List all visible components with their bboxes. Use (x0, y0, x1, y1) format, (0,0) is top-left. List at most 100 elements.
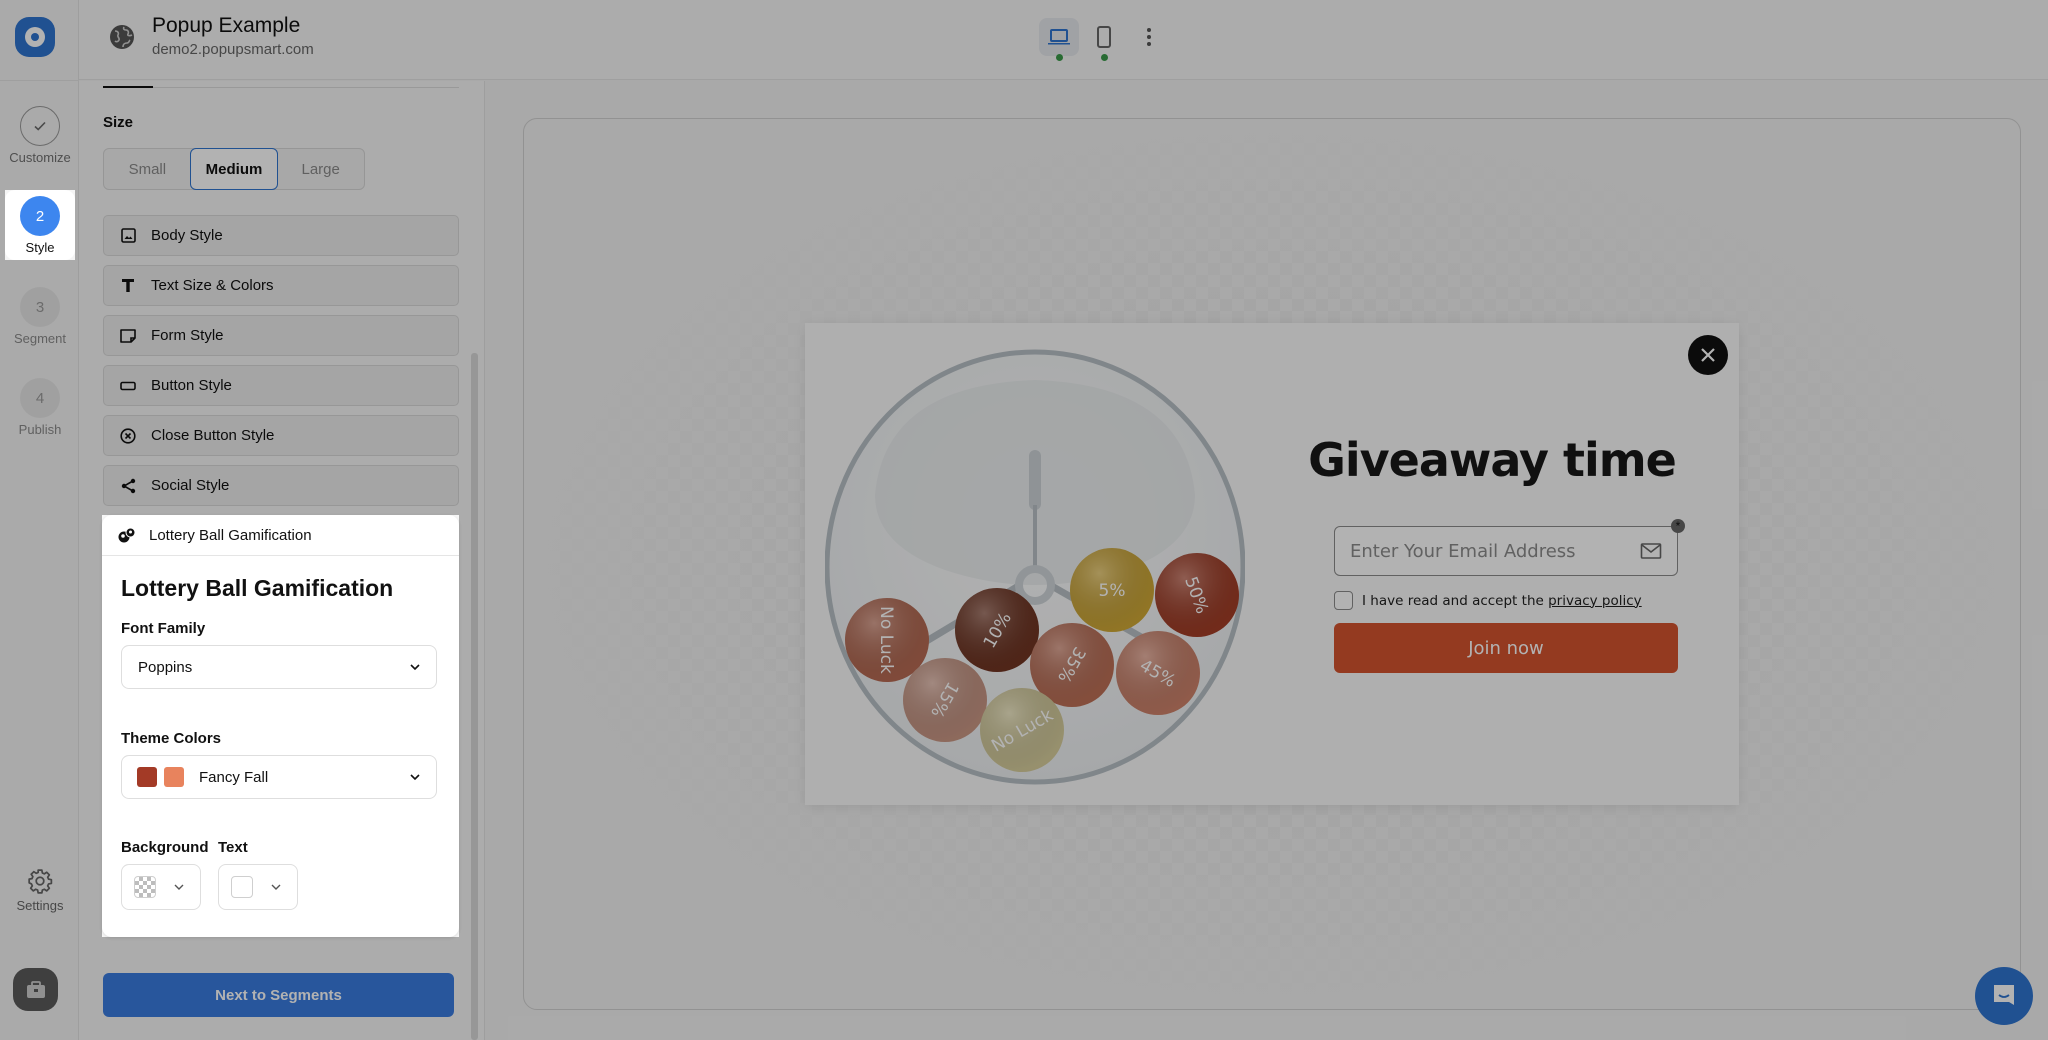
close-icon (1701, 348, 1715, 362)
join-now-button[interactable]: Join now (1334, 623, 1678, 673)
privacy-policy-link[interactable]: privacy policy (1548, 593, 1642, 609)
theme-colors-label: Theme Colors (121, 730, 222, 747)
text-size-colors-section[interactable]: Text Size & Colors (103, 265, 459, 306)
desktop-view-button[interactable] (1039, 18, 1079, 61)
size-small-button[interactable]: Small (104, 149, 191, 189)
settings-button[interactable]: Settings (5, 868, 75, 913)
popup-title: Popup Example (152, 14, 301, 37)
lottery-ball: No Luck (980, 688, 1064, 772)
step-customize[interactable]: Customize (5, 100, 75, 170)
popupsmart-logo-icon[interactable] (15, 17, 55, 57)
button-icon (120, 378, 136, 394)
theme-swatch-secondary (164, 767, 184, 787)
transparent-swatch (134, 876, 156, 898)
more-options-icon[interactable] (1139, 24, 1159, 50)
lottery-ball: 45% (1116, 631, 1200, 715)
lottery-ball-label: No Luck (876, 606, 896, 674)
step-label: Customize (9, 150, 71, 165)
mail-icon (1640, 543, 1662, 559)
mobile-view-button[interactable] (1084, 18, 1124, 61)
font-family-select[interactable]: Poppins (121, 645, 437, 689)
lottery-drum[interactable]: No Luck 10%5% 50%15%35% 45%No Luck (825, 345, 1245, 785)
popup-preview: No Luck 10% 5% 50% 15% 35% 45% No Luck Giveaway… (805, 323, 1739, 805)
globe-icon (110, 25, 134, 49)
section-label: Button Style (151, 377, 232, 394)
chevron-down-icon (410, 664, 420, 671)
size-label: Size (103, 114, 134, 131)
popup-close-button[interactable] (1688, 335, 1728, 375)
consent-text: I have read and accept the privacy polic… (1362, 592, 1642, 609)
white-swatch (231, 876, 253, 898)
consent-row: I have read and accept the privacy polic… (1334, 591, 1642, 610)
body-style-section[interactable]: Body Style (103, 215, 459, 256)
section-header-label: Lottery Ball Gamification (149, 526, 312, 544)
text-icon (120, 278, 136, 294)
briefcase-icon (26, 980, 45, 998)
active-tab-indicator (103, 86, 153, 88)
step-style[interactable]: 2 Style (5, 190, 75, 260)
panel-scrollbar[interactable] (471, 353, 478, 1040)
laptop-icon (1048, 29, 1070, 45)
lottery-ball: 10% (955, 588, 1039, 672)
email-placeholder: Enter Your Email Address (1350, 540, 1576, 562)
font-family-value: Poppins (138, 658, 193, 676)
close-button-style-section[interactable]: Close Button Style (103, 415, 459, 456)
lottery-ball-label: 5% (1099, 581, 1126, 601)
check-icon (20, 106, 60, 146)
section-label: Form Style (151, 327, 224, 344)
lottery-ball-gamification-section: Lottery Ball Gamification Lottery Ball G… (102, 515, 459, 937)
lottery-ball: 5% (1070, 548, 1154, 632)
settings-label: Settings (16, 898, 64, 913)
status-dot (1055, 54, 1063, 61)
chevron-down-icon (174, 884, 184, 890)
step-segment[interactable]: 3 Segment (5, 281, 75, 351)
image-icon (120, 228, 136, 244)
step-number: 3 (20, 287, 60, 327)
stirrer-handle (1029, 450, 1041, 510)
step-number: 4 (20, 378, 60, 418)
nav-rail: Customize 2 Style 3 Segment 4 Publish Se… (0, 0, 79, 1040)
section-label: Body Style (151, 227, 223, 244)
social-style-section[interactable]: Social Style (103, 465, 459, 506)
theme-swatch-primary (137, 767, 157, 787)
section-label: Text Size & Colors (151, 277, 274, 294)
text-color-picker[interactable] (218, 864, 298, 910)
next-to-segments-button[interactable]: Next to Segments (103, 973, 454, 1017)
popup-domain: demo2.popupsmart.com (152, 41, 314, 58)
form-style-section[interactable]: Form Style (103, 315, 459, 356)
step-label: Publish (18, 422, 62, 437)
font-family-label: Font Family (121, 620, 206, 637)
section-header[interactable]: Lottery Ball Gamification (102, 515, 459, 556)
status-dot (1100, 54, 1108, 61)
close-circle-icon (120, 427, 136, 444)
toolbox-button[interactable] (13, 968, 58, 1011)
section-label: Close Button Style (151, 427, 275, 444)
stirrer-arm (1033, 505, 1037, 570)
section-title: Lottery Ball Gamification (121, 575, 394, 601)
text-color-label: Text (218, 839, 248, 856)
rail-divider (0, 80, 79, 81)
popup-headline: Giveaway time (1308, 433, 1677, 487)
gear-icon (28, 869, 53, 894)
lottery-ball: 15% (903, 658, 987, 742)
background-label: Background (121, 839, 209, 856)
email-input[interactable]: Enter Your Email Address (1334, 526, 1678, 576)
section-label: Social Style (151, 477, 230, 494)
size-medium-button[interactable]: Medium (189, 148, 279, 190)
consent-checkbox[interactable] (1334, 591, 1353, 610)
step-label: Style (25, 240, 55, 255)
button-style-section[interactable]: Button Style (103, 365, 459, 406)
top-header: Popup Example demo2.popupsmart.com (79, 0, 2048, 80)
chat-icon (1994, 985, 2014, 1005)
background-color-picker[interactable] (121, 864, 201, 910)
theme-colors-select[interactable]: Fancy Fall (121, 755, 437, 799)
step-publish[interactable]: 4 Publish (5, 372, 75, 442)
theme-colors-value: Fancy Fall (199, 768, 269, 786)
chevron-down-icon (410, 774, 420, 781)
tab-divider (103, 87, 459, 88)
step-number: 2 (20, 196, 60, 236)
lottery-balls-icon (118, 527, 136, 543)
chat-support-button[interactable] (1975, 967, 2033, 1025)
size-selector: Small Medium Large (103, 148, 365, 190)
size-large-button[interactable]: Large (277, 149, 364, 189)
